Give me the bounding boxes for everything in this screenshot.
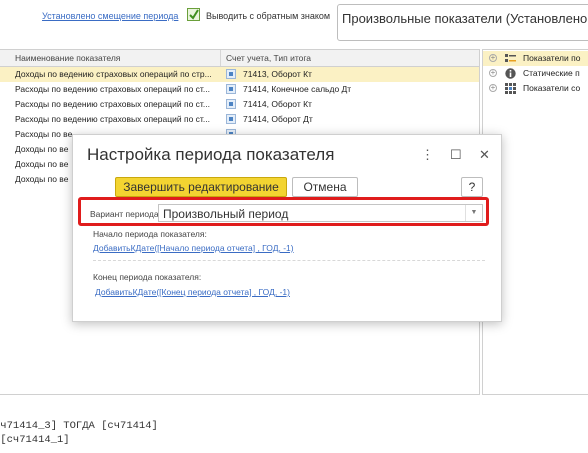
row-name: Расходы по ведению страховых операций по… bbox=[15, 99, 210, 109]
table-row[interactable]: Расходы по ведению страховых операций по… bbox=[0, 82, 479, 97]
close-icon[interactable]: ✕ bbox=[479, 147, 490, 163]
help-button[interactable]: ? bbox=[461, 177, 483, 197]
table-header: Наименование показателя Счет учета, Тип … bbox=[0, 50, 479, 67]
offset-period-link[interactable]: Установлено смещение периода bbox=[42, 11, 178, 21]
account-icon bbox=[226, 114, 236, 124]
row-account: 71414, Конечное сальдо Дт bbox=[243, 84, 352, 94]
divider bbox=[93, 260, 485, 262]
highlight-frame bbox=[78, 197, 489, 226]
dialog-title: Настройка периода показателя bbox=[87, 145, 335, 164]
tree-item[interactable]: + Показатели со bbox=[483, 81, 588, 96]
finish-editing-button[interactable]: Завершить редактирование bbox=[115, 177, 287, 197]
account-icon bbox=[226, 99, 236, 109]
cancel-button[interactable]: Отмена bbox=[292, 177, 358, 197]
formula-line: сч71414_3] ТОГДА [сч71414] bbox=[0, 420, 158, 432]
column-header-name[interactable]: Наименование показателя bbox=[15, 53, 120, 63]
tree-item-label: Показатели по bbox=[523, 53, 581, 63]
formula-editor[interactable]: сч71414_3] ТОГДА [сч71414] -[сч71414_1] bbox=[0, 412, 588, 453]
row-account: 71414, Оборот Дт bbox=[243, 114, 313, 124]
table-row[interactable]: Расходы по ведению страховых операций по… bbox=[0, 112, 479, 127]
info-icon bbox=[505, 68, 516, 79]
column-header-account[interactable]: Счет учета, Тип итога bbox=[226, 53, 311, 63]
tree-item[interactable]: + Показатели по bbox=[483, 51, 588, 66]
expand-icon[interactable]: + bbox=[489, 69, 497, 77]
row-account: 71413, Оборот Кт bbox=[243, 69, 312, 79]
period-end-label: Конец периода показателя: bbox=[93, 272, 202, 282]
tree-item-label: Статические п bbox=[523, 68, 580, 78]
expand-icon[interactable]: + bbox=[489, 84, 497, 92]
reverse-sign-label: Выводить с обратным знаком bbox=[206, 11, 331, 21]
table-row[interactable]: Расходы по ведению страховых операций по… bbox=[0, 97, 479, 112]
expand-icon[interactable]: + bbox=[489, 54, 497, 62]
indicators-icon bbox=[505, 54, 516, 62]
period-start-label: Начало периода показателя: bbox=[93, 229, 207, 239]
period-end-link[interactable]: ДобавитьКДате([Конец периода отчета] , Г… bbox=[95, 287, 290, 297]
formula-line: -[сч71414_1] bbox=[0, 434, 70, 446]
period-start-link[interactable]: ДобавитьКДате([Начало периода отчета] , … bbox=[93, 243, 294, 253]
tree-item[interactable]: + Статические п bbox=[483, 66, 588, 81]
row-account: 71414, Оборот Кт bbox=[243, 99, 312, 109]
table-row[interactable]: Доходы по ведению страховых операций по … bbox=[0, 67, 479, 82]
row-name: Расходы по ведению страховых операций по… bbox=[15, 114, 210, 124]
check-icon bbox=[189, 9, 199, 20]
reverse-sign-checkbox[interactable] bbox=[187, 8, 200, 21]
tree-item-label: Показатели со bbox=[523, 83, 581, 93]
maximize-icon[interactable]: ☐ bbox=[450, 147, 462, 163]
description-field[interactable]: Произвольные показатели (Установлено см bbox=[337, 4, 588, 41]
account-icon bbox=[226, 84, 236, 94]
account-icon bbox=[226, 69, 236, 79]
grid-icon bbox=[505, 83, 516, 94]
column-divider bbox=[220, 50, 221, 66]
period-settings-dialog: Настройка периода показателя ⋮ ☐ ✕ Завер… bbox=[72, 134, 502, 322]
row-name: Расходы по ведению страховых операций по… bbox=[15, 84, 210, 94]
top-bar: Установлено смещение периода Выводить с … bbox=[0, 0, 588, 48]
more-icon[interactable]: ⋮ bbox=[421, 147, 434, 163]
row-name: Доходы по ведению страховых операций по … bbox=[15, 69, 212, 79]
